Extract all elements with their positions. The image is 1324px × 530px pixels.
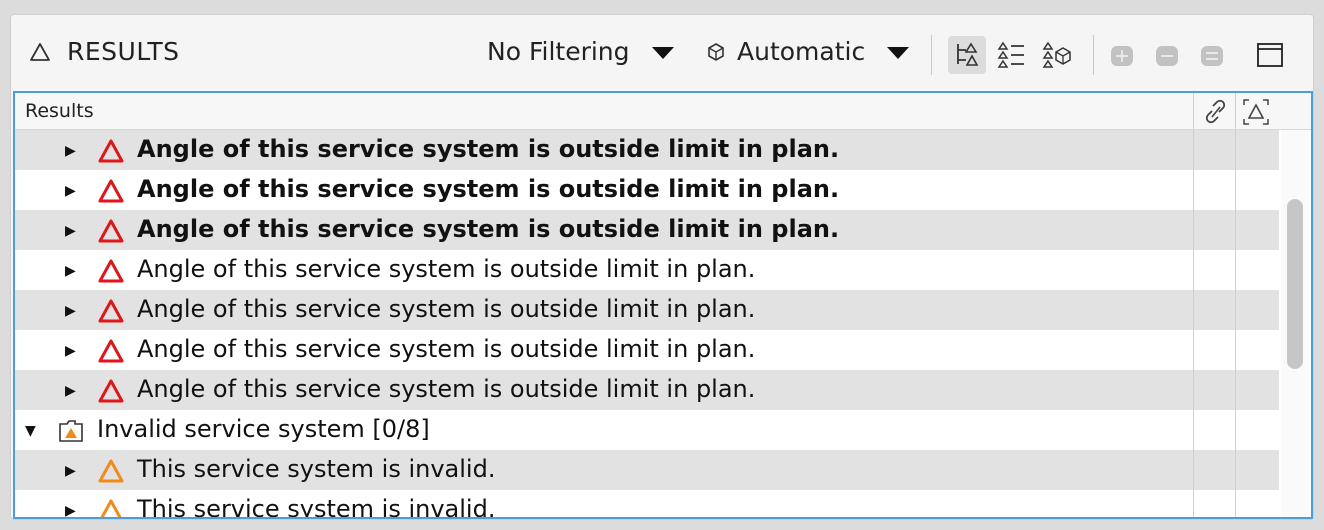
- column-divider: [1235, 130, 1236, 517]
- table-row[interactable]: ▶ Angle of this service system is outside…: [15, 130, 1279, 170]
- error-triangle-icon: [98, 139, 124, 163]
- expand-arrow-icon[interactable]: ▶: [65, 383, 76, 399]
- error-triangle-icon: [98, 219, 124, 243]
- column-divider: [1193, 93, 1194, 129]
- table-row[interactable]: ▶ Angle of this service system is outside…: [15, 170, 1279, 210]
- chevron-down-icon: [887, 46, 910, 59]
- remove-icon: [1201, 46, 1223, 66]
- scrollbar-thumb[interactable]: [1287, 199, 1303, 369]
- expand-arrow-icon[interactable]: ▶: [65, 463, 76, 479]
- filter-dropdown-label: No Filtering: [487, 37, 630, 66]
- table-row[interactable]: ▶ Angle of this service system is outside…: [15, 330, 1279, 370]
- toolbar-divider: [931, 35, 932, 75]
- chevron-down-icon: [651, 46, 674, 59]
- expand-all-icon: [1111, 46, 1133, 66]
- error-triangle-icon: [98, 379, 124, 403]
- grouped-view-icon: [1042, 41, 1071, 68]
- column-header-results[interactable]: Results: [25, 100, 94, 122]
- maximize-button[interactable]: [1251, 36, 1289, 74]
- table-row[interactable]: ▶ Angle of this service system is outside…: [15, 290, 1279, 330]
- cube-icon: [708, 42, 724, 61]
- table-row[interactable]: ▶ This service system is invalid.: [15, 450, 1279, 490]
- table-row[interactable]: ▶ Angle of this service system is outside…: [15, 210, 1279, 250]
- results-rows: ▶ Angle of this service system is outside…: [15, 130, 1279, 519]
- row-label: Angle of this service system is outside …: [137, 375, 756, 403]
- row-label: Angle of this service system is outside …: [137, 335, 756, 363]
- row-label: Angle of this service system is outside …: [137, 135, 840, 163]
- table-header: Results: [15, 93, 1311, 130]
- mode-dropdown-label: Automatic: [737, 37, 866, 66]
- link-icon[interactable]: [1201, 97, 1231, 127]
- filter-dropdown[interactable]: No Filtering: [487, 37, 674, 66]
- row-label: This service system is invalid.: [137, 495, 496, 519]
- row-label: Angle of this service system is outside …: [137, 255, 756, 283]
- column-divider: [1235, 93, 1236, 129]
- table-row[interactable]: ▼ Invalid service system [0/8]: [15, 410, 1279, 450]
- row-label: This service system is invalid.: [137, 455, 496, 483]
- column-divider: [1193, 130, 1194, 517]
- table-row[interactable]: ▶ Angle of this service system is outside…: [15, 370, 1279, 410]
- table-row[interactable]: ▶ Angle of this service system is outside…: [15, 250, 1279, 290]
- panel-header: RESULTS No Filtering Automatic: [11, 15, 1313, 91]
- table-row[interactable]: ▶ This service system is invalid.: [15, 490, 1279, 519]
- expand-arrow-icon[interactable]: ▶: [65, 343, 76, 359]
- warning-triangle-icon: [100, 499, 122, 517]
- expand-arrow-icon[interactable]: ▶: [65, 143, 76, 159]
- collapse-arrow-icon[interactable]: ▼: [25, 423, 36, 439]
- list-view-icon: [997, 41, 1024, 68]
- remove-button[interactable]: [1193, 36, 1231, 74]
- tree-view-button[interactable]: [948, 36, 986, 74]
- warning-folder-icon: [59, 420, 83, 442]
- mode-dropdown[interactable]: Automatic: [705, 37, 910, 66]
- error-triangle-icon: [98, 299, 124, 323]
- grouped-view-button[interactable]: [1038, 36, 1076, 74]
- row-label: Angle of this service system is outside …: [137, 215, 840, 243]
- row-label: Angle of this service system is outside …: [137, 295, 756, 323]
- window-maximize-icon: [1257, 43, 1283, 67]
- panel-title: RESULTS: [67, 37, 180, 66]
- error-triangle-icon: [98, 259, 124, 283]
- status-icon[interactable]: [1241, 97, 1271, 127]
- error-triangle-icon: [98, 339, 124, 363]
- results-panel: RESULTS No Filtering Automatic Results ▶…: [10, 14, 1314, 520]
- warning-triangle-icon: [98, 459, 124, 483]
- expand-all-button[interactable]: [1103, 36, 1141, 74]
- expand-arrow-icon[interactable]: ▶: [65, 183, 76, 199]
- expand-arrow-icon[interactable]: ▶: [65, 263, 76, 279]
- row-label: Angle of this service system is outside …: [137, 175, 840, 203]
- expand-arrow-icon[interactable]: ▶: [65, 503, 76, 517]
- results-table: Results ▶ Angle of this service system is…: [13, 91, 1313, 519]
- results-triangle-icon: [30, 43, 50, 61]
- tree-view-icon: [957, 42, 979, 66]
- toolbar-divider: [1093, 35, 1094, 75]
- expand-arrow-icon[interactable]: ▶: [65, 303, 76, 319]
- collapse-all-button[interactable]: [1148, 36, 1186, 74]
- expand-arrow-icon[interactable]: ▶: [65, 223, 76, 239]
- error-triangle-icon: [98, 179, 124, 203]
- list-view-button[interactable]: [993, 36, 1031, 74]
- row-label: Invalid service system [0/8]: [97, 415, 430, 443]
- results-window: RESULTS No Filtering Automatic Results ▶…: [0, 0, 1324, 530]
- collapse-all-icon: [1156, 46, 1178, 66]
